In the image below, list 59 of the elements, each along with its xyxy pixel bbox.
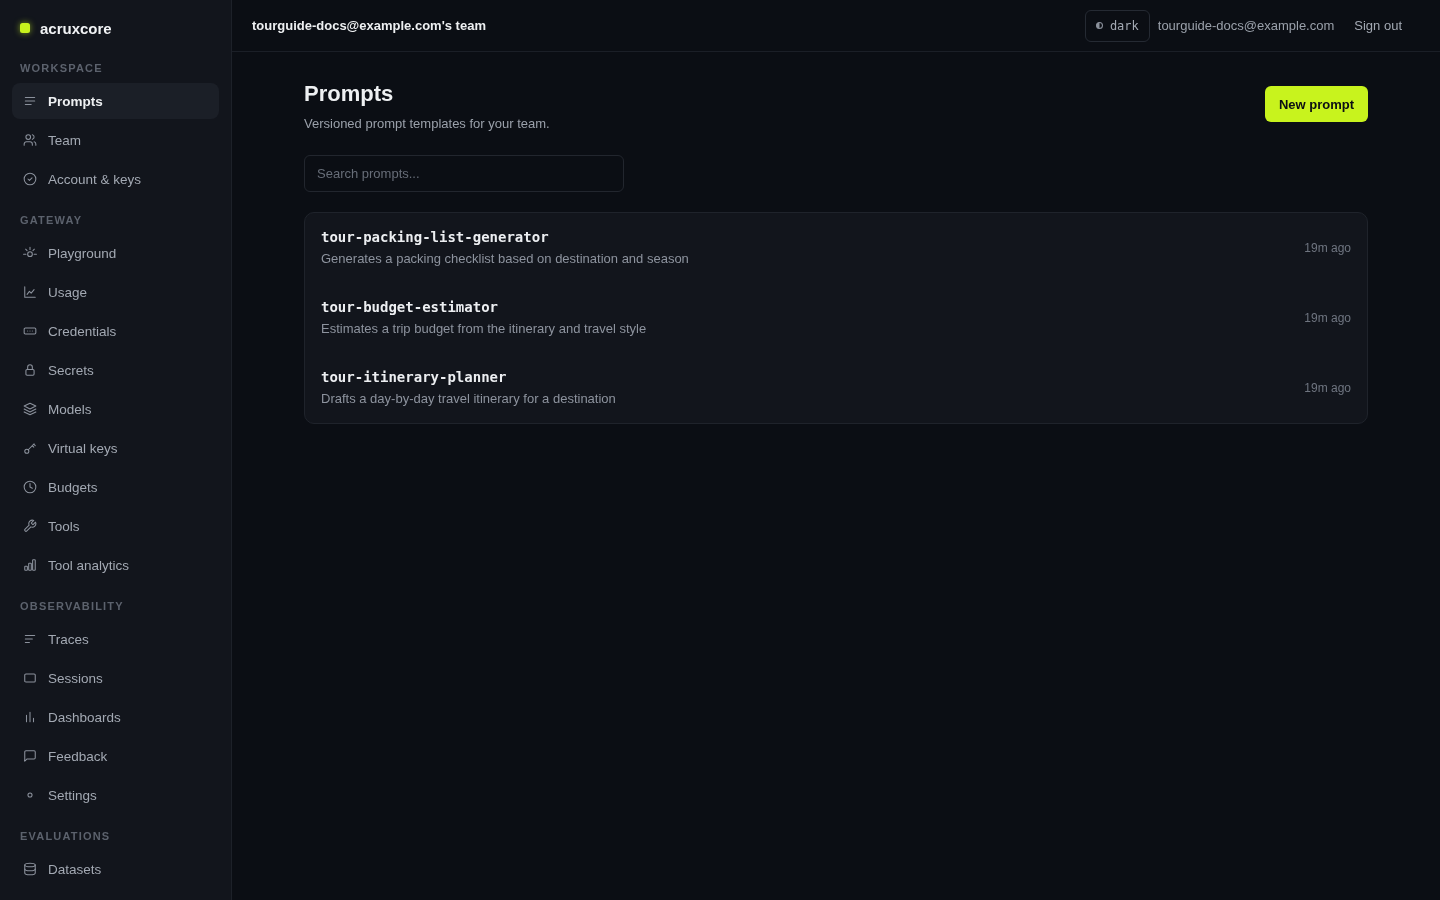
database-icon	[23, 862, 37, 876]
text-lines-icon	[23, 94, 37, 108]
rectangle-icon	[23, 671, 37, 685]
prompt-description: Generates a packing checklist based on destination and season	[321, 250, 689, 268]
layers-icon	[23, 402, 37, 416]
nav-item[interactable]: Dashboards	[12, 699, 219, 735]
bar-chart-icon	[23, 558, 37, 572]
nav-item[interactable]: Credentials	[12, 313, 219, 349]
line-chart-icon	[23, 285, 37, 299]
nav-item[interactable]: Virtual keys	[12, 430, 219, 466]
page-title: Prompts	[304, 80, 394, 108]
check-circle-icon	[23, 172, 37, 186]
contrast-icon	[1095, 22, 1103, 29]
nav-item[interactable]: Tools	[12, 508, 219, 544]
section-heading: GATEWAY	[19, 213, 83, 227]
section-heading: EVALUATIONS	[19, 829, 111, 843]
lock-icon	[23, 363, 37, 377]
rectangle-dots-icon	[23, 324, 37, 338]
prompt-name[interactable]: tour-budget-estimator	[321, 298, 498, 316]
brand-name: acruxcore	[40, 19, 112, 37]
bar-chart-icon	[23, 710, 37, 724]
sign-out-button[interactable]: Sign out	[1348, 14, 1408, 37]
updated-time: 19m ago	[1304, 241, 1351, 255]
nav-item[interactable]: Team	[12, 122, 219, 158]
prompt-description: Drafts a day-by-day travel itinerary for a destination	[321, 390, 616, 408]
prompt-name[interactable]: tour-packing-list-generator	[321, 228, 549, 246]
nav-item[interactable]: Budgets	[12, 469, 219, 505]
wrench-icon	[23, 519, 37, 533]
section-heading: OBSERVABILITY	[19, 599, 124, 613]
nav-item[interactable]: Feedback	[12, 738, 219, 774]
nav-item[interactable]: Playground	[12, 235, 219, 271]
key-icon	[23, 441, 37, 455]
brand-logo-icon	[20, 23, 30, 33]
nav-item[interactable]: Prompts	[12, 83, 219, 119]
chat-bubble-icon	[23, 749, 37, 763]
search-field[interactable]: Search prompts...	[304, 155, 624, 192]
list-lines-icon	[23, 632, 37, 646]
team-name: tourguide-docs@example.com's team	[252, 18, 486, 33]
updated-time: 19m ago	[1304, 381, 1351, 395]
nav-item[interactable]: Usage	[12, 274, 219, 310]
nav-item[interactable]: Tool analytics	[12, 547, 219, 583]
nav-item[interactable]: Settings	[12, 777, 219, 813]
prompt-description: Estimates a trip budget from the itinerary and travel style	[321, 320, 647, 338]
theme-toggle[interactable]: dark	[1084, 9, 1150, 42]
new-prompt-button[interactable]: New prompt	[1264, 86, 1368, 122]
prompt-name[interactable]: tour-itinerary-planner	[321, 368, 507, 386]
user-email: tourguide-docs@example.com	[1157, 18, 1335, 33]
nav-item[interactable]: Sessions	[12, 660, 219, 696]
nav-item[interactable]: Account & keys	[12, 161, 219, 197]
sun-icon	[23, 246, 37, 260]
clock-icon	[23, 480, 37, 494]
updated-time: 19m ago	[1304, 311, 1351, 325]
nav-item[interactable]: Models	[12, 391, 219, 427]
page-subtitle: Versioned prompt templates for your team.	[304, 115, 550, 133]
section-heading: WORKSPACE	[19, 61, 103, 75]
nav-item[interactable]: Secrets	[12, 352, 219, 388]
nav-item[interactable]: Datasets	[12, 851, 219, 887]
users-icon	[23, 133, 37, 147]
nav-item[interactable]: Traces	[12, 621, 219, 657]
